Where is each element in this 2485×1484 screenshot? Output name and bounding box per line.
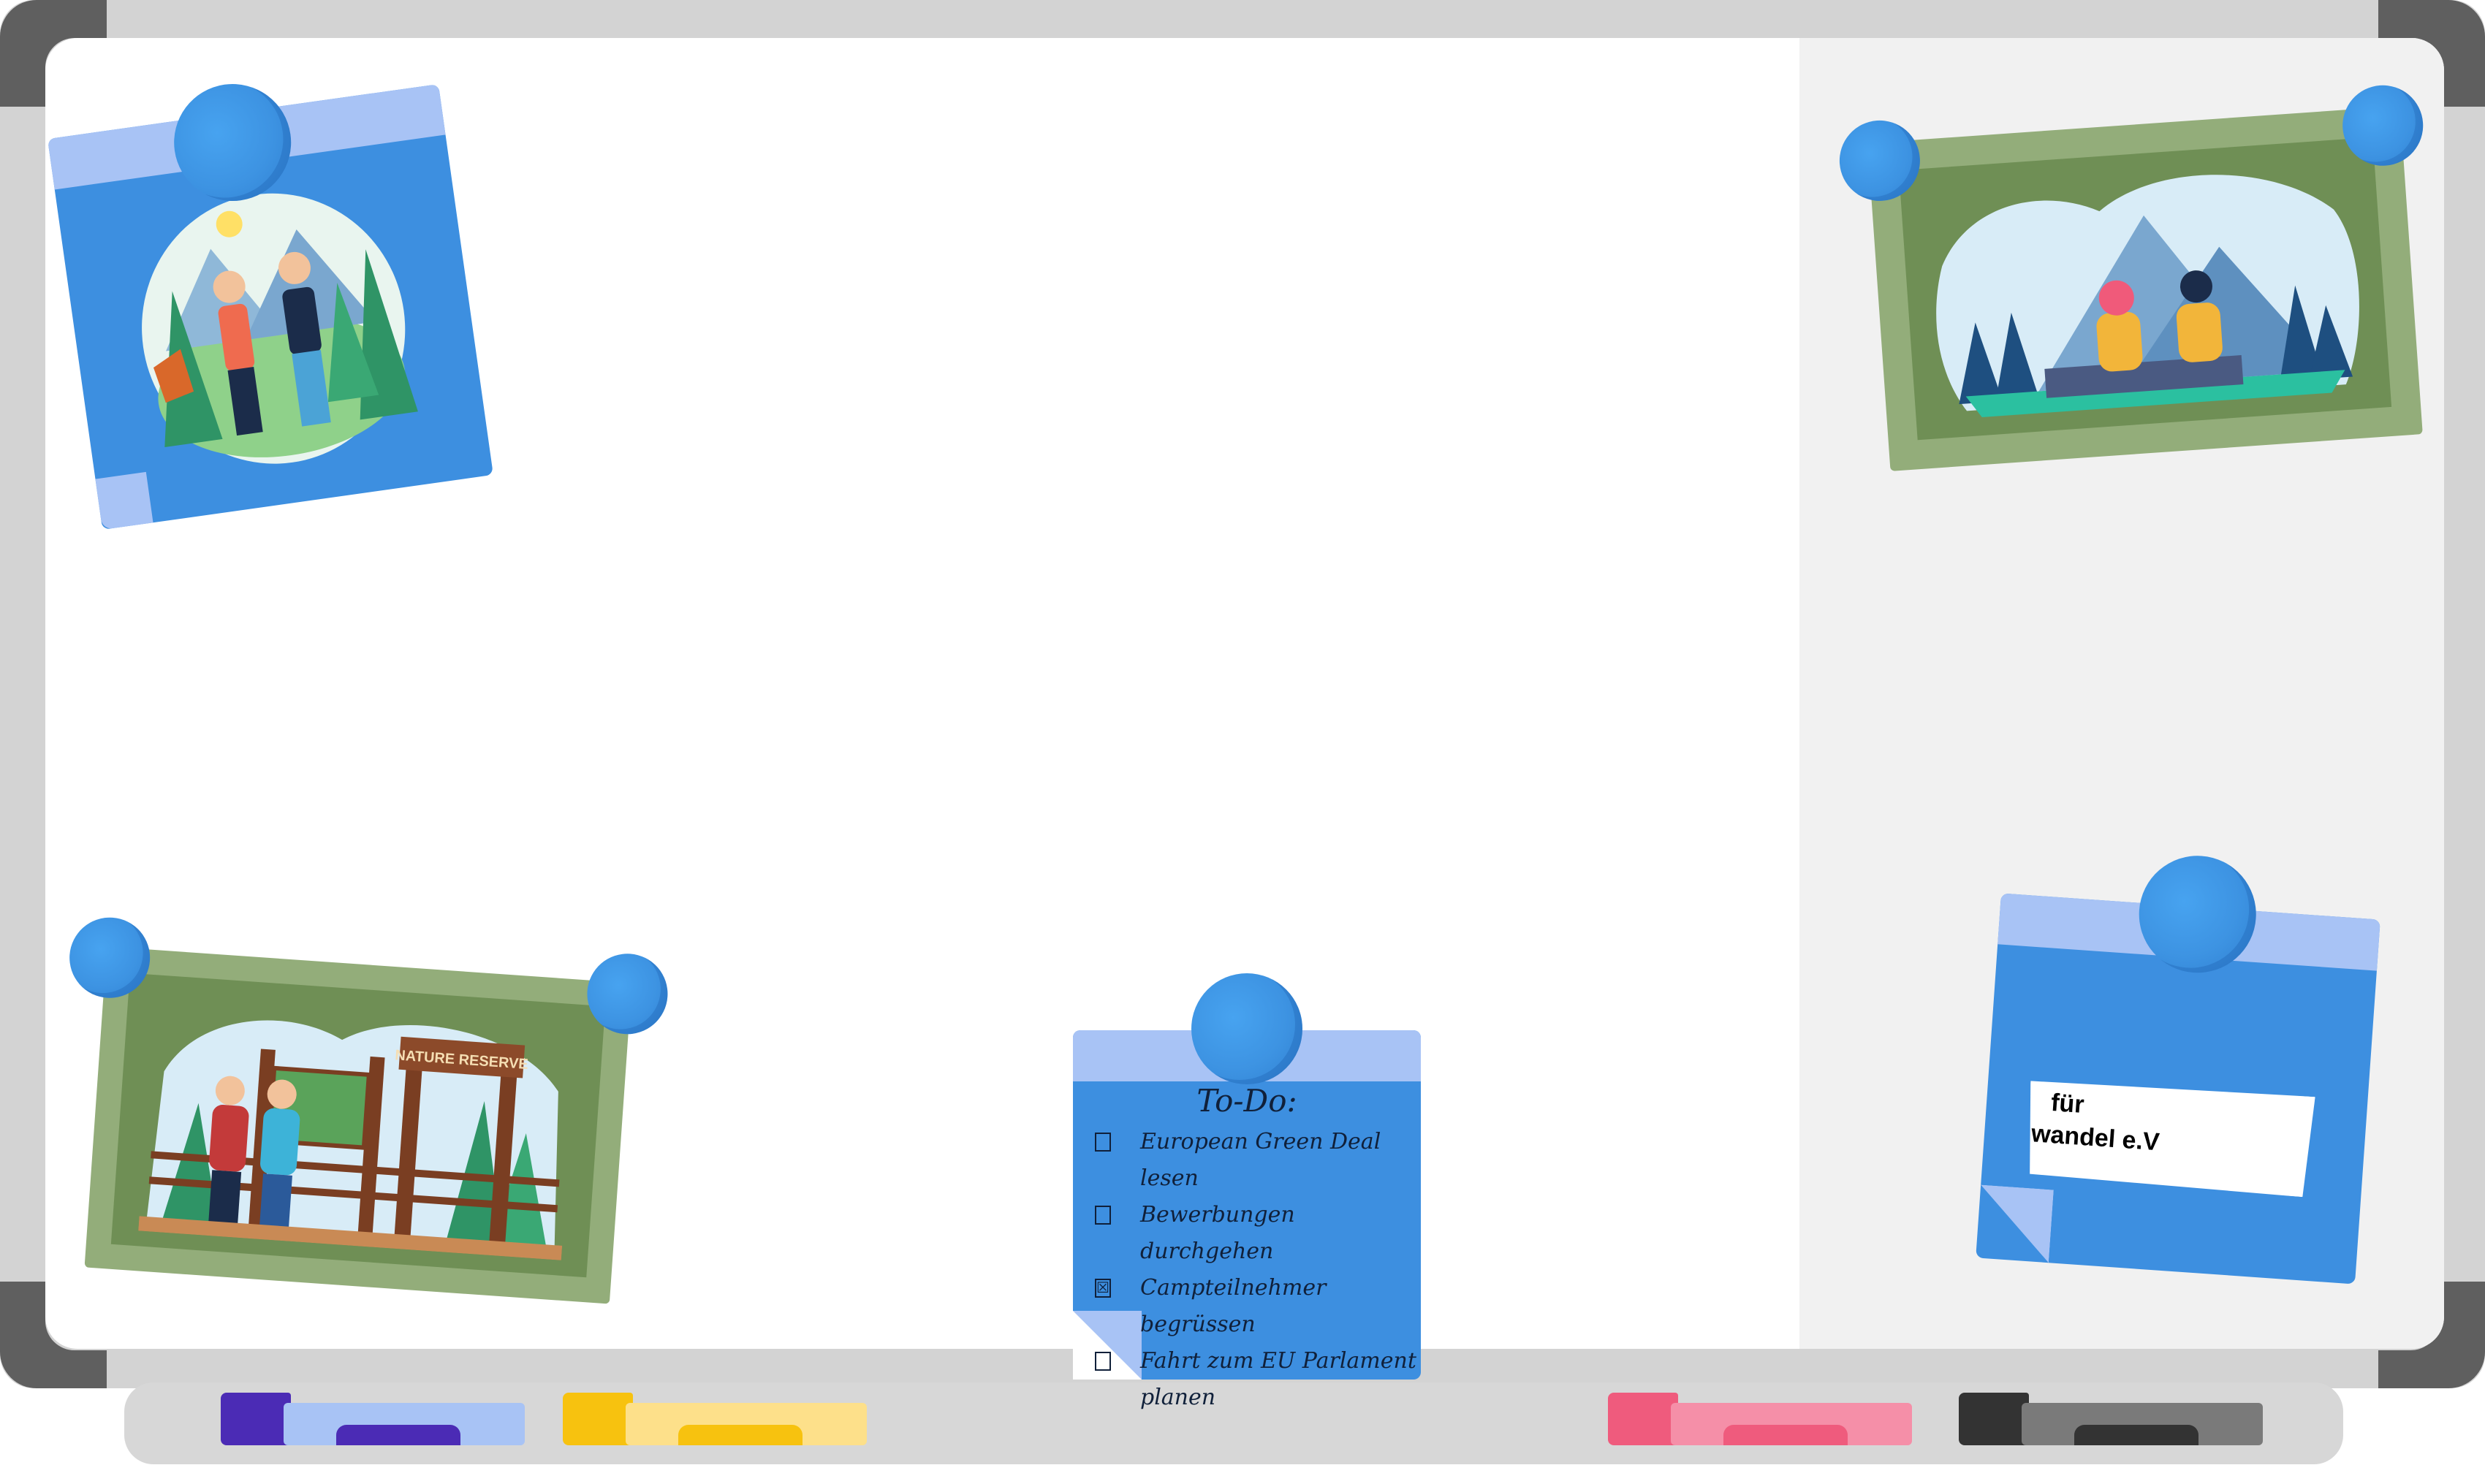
yellow-marker[interactable] xyxy=(563,1393,870,1445)
couple-sitting-mountains-illustration xyxy=(1936,175,2359,418)
checkbox-icon[interactable] xyxy=(1095,1352,1111,1371)
todo-item[interactable]: Bewerbungen durchgehen xyxy=(1095,1197,1433,1270)
purple-marker-grip xyxy=(336,1425,460,1445)
black-marker-grip xyxy=(2074,1425,2198,1445)
black-marker-cap xyxy=(1959,1393,2029,1445)
magnet-pin[interactable] xyxy=(1191,973,1302,1084)
nature-reserve-card[interactable]: NATURE RESERVE xyxy=(67,915,671,1304)
yellow-marker-cap xyxy=(563,1393,633,1445)
todo-note[interactable]: To-Do: European Green Deal lesen Bewerbu… xyxy=(1073,973,1421,1410)
label-note[interactable]: für wandel e.V xyxy=(1976,851,2380,1285)
checkbox-icon[interactable] xyxy=(1095,1206,1111,1225)
todo-item-text: Fahrt zum EU Parlament planen xyxy=(1140,1348,1416,1410)
pink-marker[interactable] xyxy=(1608,1393,1915,1445)
black-marker[interactable] xyxy=(1959,1393,2266,1445)
checked-checkbox-icon[interactable]: ☒ xyxy=(1095,1279,1111,1298)
purple-marker[interactable] xyxy=(221,1393,528,1445)
todo-item[interactable]: European Green Deal lesen xyxy=(1095,1124,1433,1197)
yellow-marker-grip xyxy=(678,1425,803,1445)
todo-item[interactable]: ☒ Campteilnehmer begrüssen xyxy=(1095,1270,1433,1343)
label-line1: für xyxy=(2049,1088,2085,1119)
mountain-couple-card[interactable] xyxy=(1837,83,2426,471)
hikers-at-nature-reserve-sign-illustration: NATURE RESERVE xyxy=(138,1020,563,1260)
purple-marker-cap xyxy=(221,1393,291,1445)
checkbox-icon[interactable] xyxy=(1095,1133,1111,1152)
todo-list: European Green Deal lesen Bewerbungen du… xyxy=(1095,1124,1433,1416)
pink-marker-cap xyxy=(1608,1393,1678,1445)
hikers-forest-card[interactable] xyxy=(48,76,493,530)
hikers-card-curl xyxy=(95,471,153,530)
two-hikers-with-deer-illustration xyxy=(142,193,418,464)
todo-item-text: Bewerbungen durchgehen xyxy=(1140,1202,1295,1264)
todo-item-text: Campteilnehmer begrüssen xyxy=(1140,1275,1327,1337)
todo-item[interactable]: Fahrt zum EU Parlament planen xyxy=(1095,1343,1433,1416)
pink-marker-grip xyxy=(1723,1425,1848,1445)
todo-item-text: European Green Deal lesen xyxy=(1140,1129,1381,1191)
todo-title: To-Do: xyxy=(1196,1083,1297,1119)
